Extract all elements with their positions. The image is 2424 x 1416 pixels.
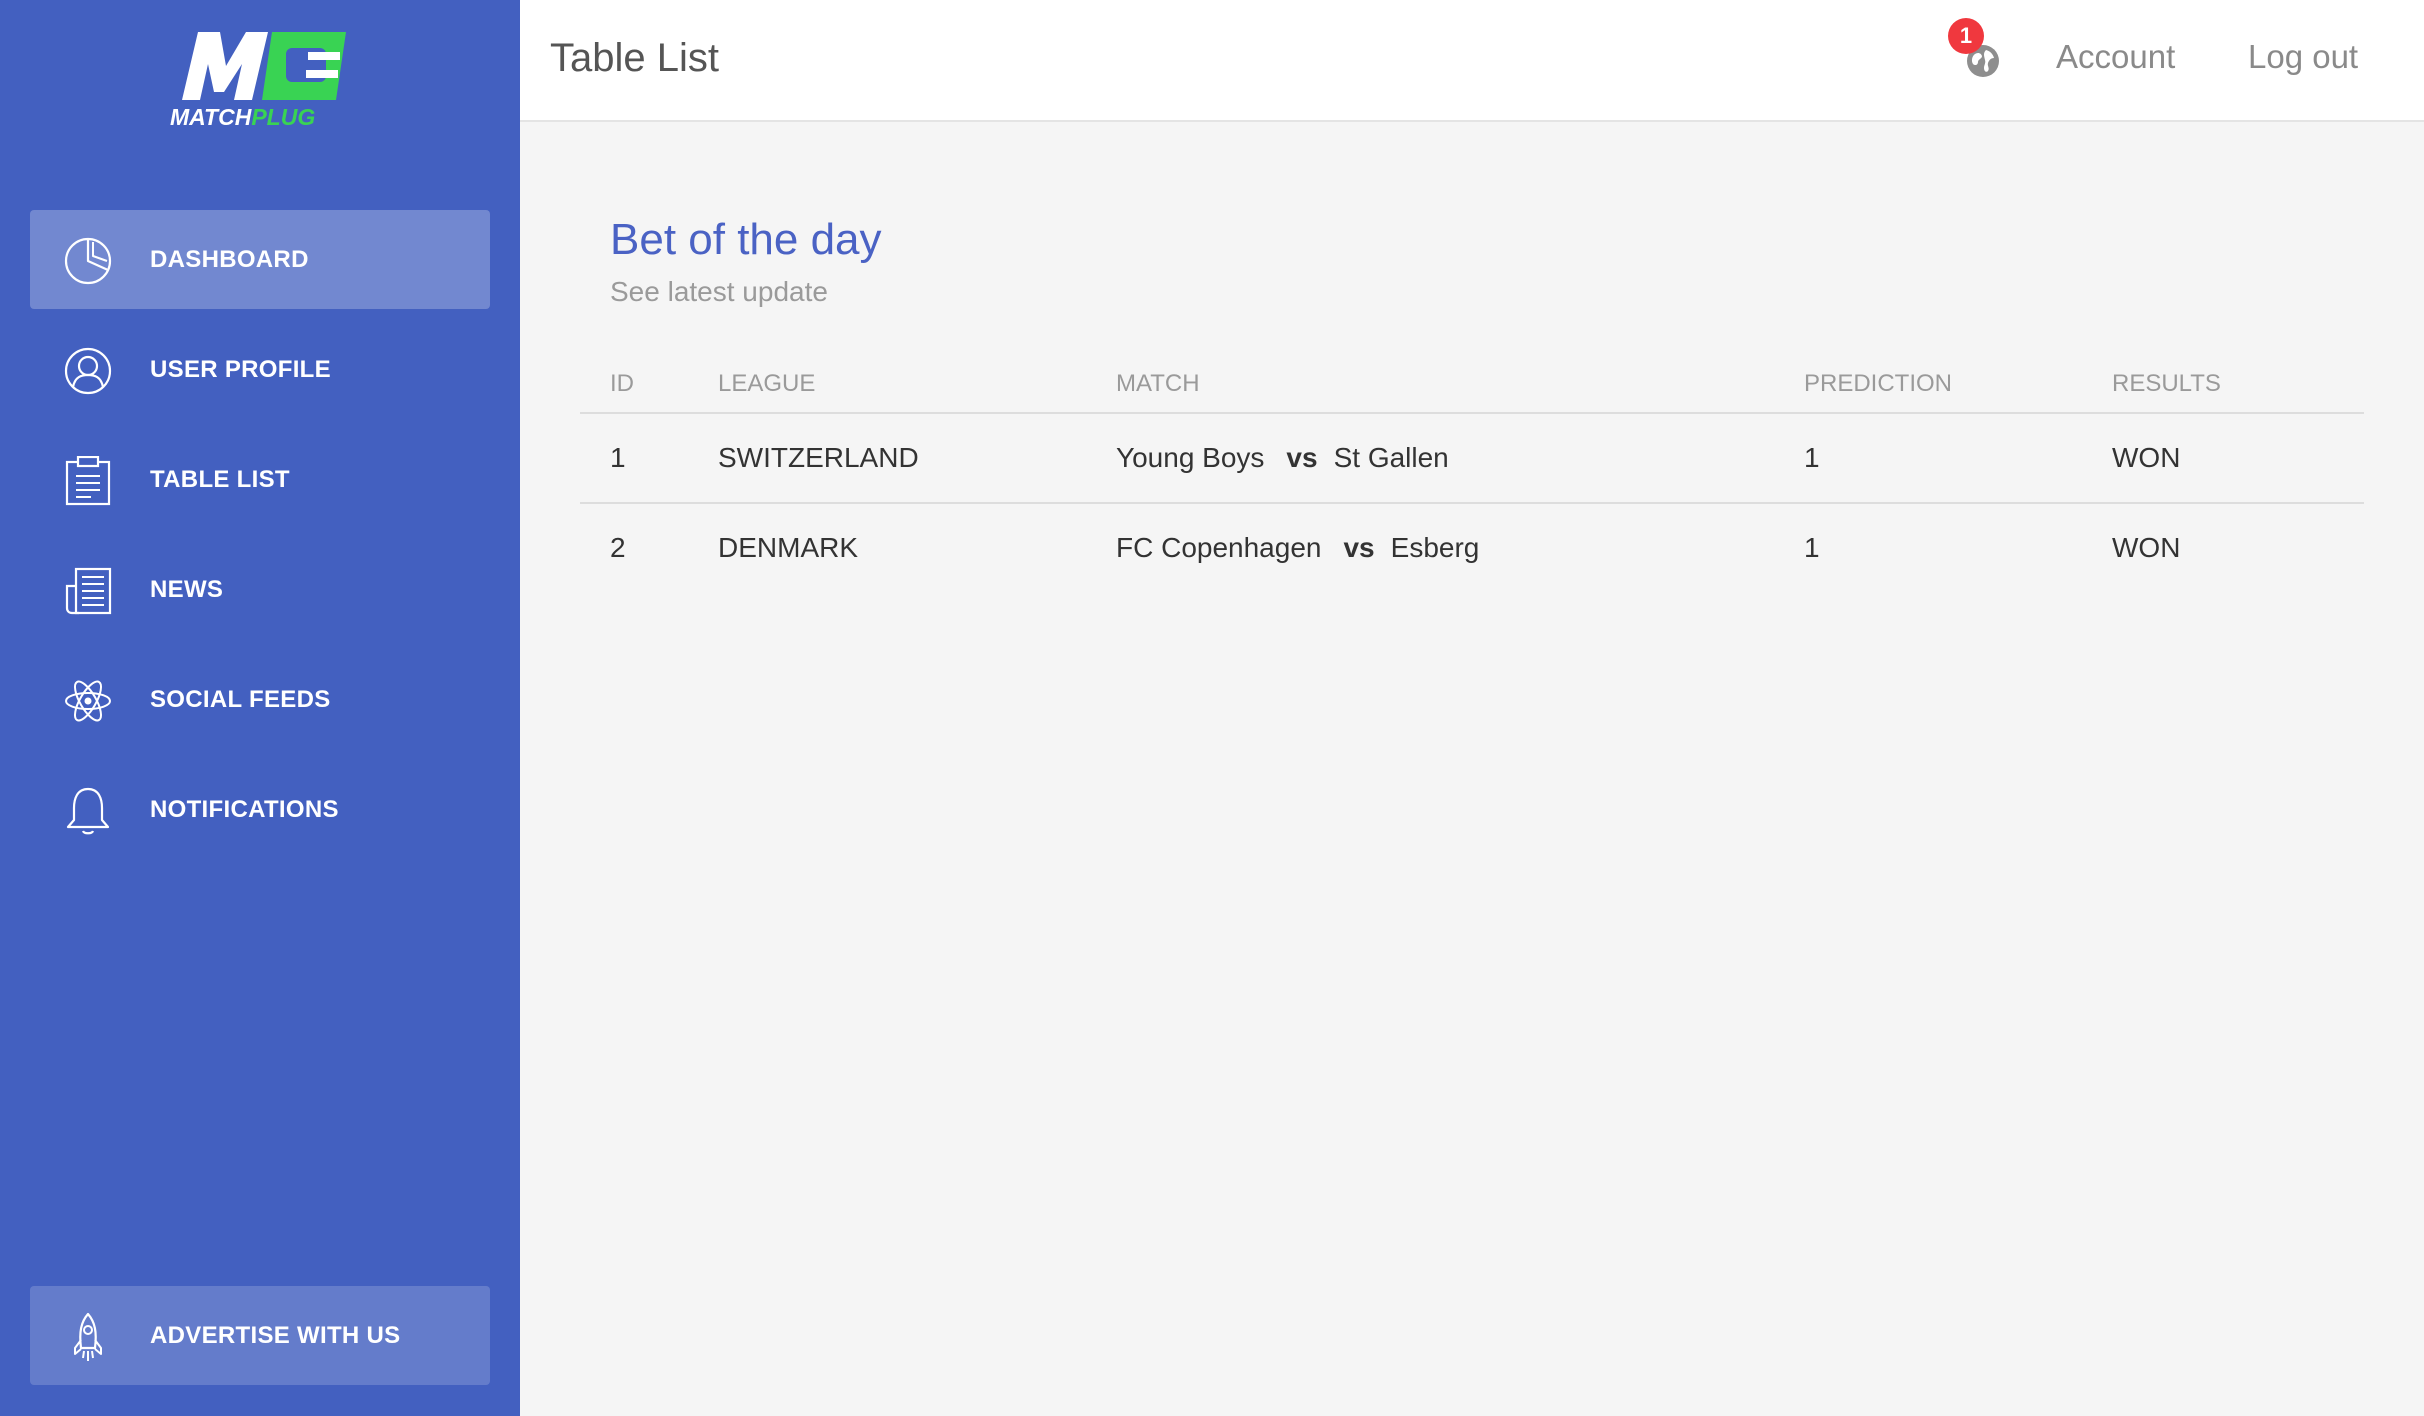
logo-mark — [182, 32, 346, 100]
top-navbar: Table List 1 Account Log out — [520, 0, 2424, 122]
logo-text-match: MATCH — [170, 104, 252, 130]
advertise-label: ADVERTISE WITH US — [150, 1321, 401, 1349]
cell-league: DENMARK — [718, 532, 859, 563]
sidebar-item-label: NEWS — [150, 575, 224, 603]
sidebar-item-news[interactable]: NEWS — [30, 540, 490, 639]
atom-icon — [65, 680, 111, 722]
bell-icon — [66, 787, 110, 835]
sidebar-item-label: DASHBOARD — [150, 245, 309, 273]
logo-text: MATCHPLUG — [170, 104, 315, 131]
account-link[interactable]: Account — [2056, 38, 2175, 76]
home-team: Young Boys — [1116, 442, 1265, 473]
user-icon — [64, 347, 112, 395]
sidebar: MATCHPLUG DASHBOARD USER PROFILE TABLE L… — [0, 0, 520, 1416]
cell-id: 2 — [610, 532, 626, 563]
table-row: 1 SWITZERLAND Young Boys vs St Gallen 1 WO… — [580, 414, 2364, 504]
sidebar-item-social-feeds[interactable]: SOCIAL FEEDS — [30, 650, 490, 749]
notification-count-badge: 1 — [1948, 18, 1984, 54]
bets-table: ID LEAGUE MATCH PREDICTION RESULTS 1 SWI… — [580, 352, 2364, 592]
matchplug-logo[interactable]: MATCHPLUG — [168, 28, 350, 136]
cell-match: Young Boys vs St Gallen — [1116, 442, 1449, 474]
sidebar-item-label: TABLE LIST — [150, 465, 290, 493]
vs-label: vs — [1343, 532, 1375, 563]
advertise-button[interactable]: ADVERTISE WITH US — [30, 1286, 490, 1385]
cell-prediction: 1 — [1804, 532, 1820, 563]
vs-label: vs — [1286, 442, 1318, 473]
newspaper-icon — [65, 567, 112, 615]
pie-chart-icon — [64, 237, 112, 285]
sidebar-item-table-list[interactable]: TABLE LIST — [30, 430, 490, 529]
column-header-id: ID — [610, 370, 634, 397]
logout-link[interactable]: Log out — [2248, 38, 2358, 76]
table-row: 2 DENMARK FC Copenhagen vs Esberg 1 WON — [580, 504, 2364, 592]
card-subtitle: See latest update — [610, 276, 828, 307]
card-title: Bet of the day — [610, 215, 882, 264]
home-team: FC Copenhagen — [1116, 532, 1322, 563]
sidebar-nav: DASHBOARD USER PROFILE TABLE LIST NEWS S… — [30, 210, 490, 870]
sidebar-item-notifications[interactable]: NOTIFICATIONS — [30, 760, 490, 859]
column-header-results: RESULTS — [2112, 370, 2221, 397]
clipboard-icon — [65, 456, 111, 506]
cell-id: 1 — [610, 442, 626, 473]
column-header-prediction: PREDICTION — [1804, 370, 1953, 397]
cell-result: WON — [2112, 532, 2181, 563]
away-team: St Gallen — [1333, 442, 1449, 473]
column-header-match: MATCH — [1116, 370, 1200, 397]
sidebar-item-label: NOTIFICATIONS — [150, 795, 339, 823]
column-header-league: LEAGUE — [718, 370, 816, 397]
cell-league: SWITZERLAND — [718, 442, 919, 473]
sidebar-item-label: USER PROFILE — [150, 355, 331, 383]
cell-prediction: 1 — [1804, 442, 1820, 473]
logo-text-plug: PLUG — [251, 104, 316, 130]
sidebar-item-user-profile[interactable]: USER PROFILE — [30, 320, 490, 419]
rocket-icon — [74, 1312, 102, 1361]
sidebar-item-dashboard[interactable]: DASHBOARD — [30, 210, 490, 309]
cell-result: WON — [2112, 442, 2181, 473]
away-team: Esberg — [1390, 532, 1480, 563]
page-title: Table List — [550, 36, 719, 80]
sidebar-item-label: SOCIAL FEEDS — [150, 685, 331, 713]
table-header: ID LEAGUE MATCH PREDICTION RESULTS — [580, 352, 2364, 414]
notifications-globe-button[interactable]: 1 — [1948, 18, 2008, 88]
cell-match: FC Copenhagen vs Esberg — [1116, 532, 1479, 564]
